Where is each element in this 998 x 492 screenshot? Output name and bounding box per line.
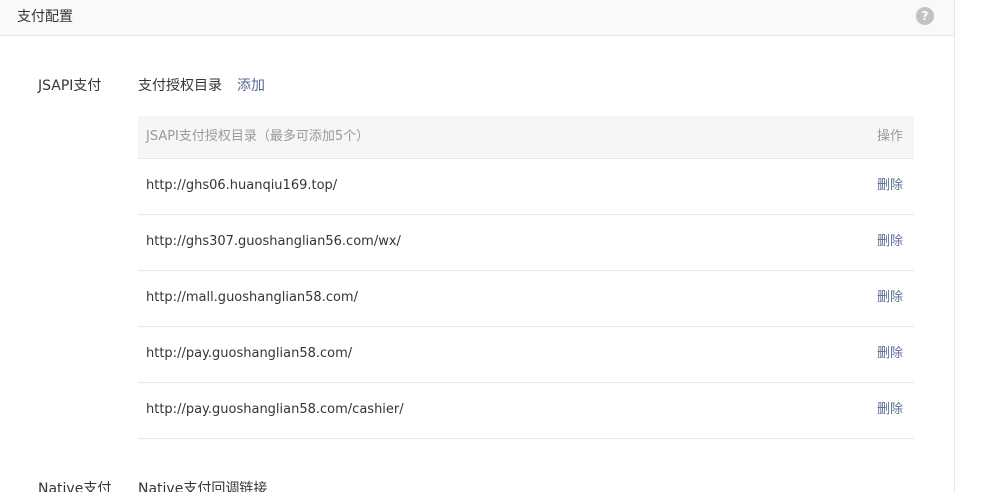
table-row: http://ghs307.guoshanglian56.com/wx/ 删除 — [138, 215, 914, 271]
delete-link[interactable]: 删除 — [877, 400, 903, 420]
header-operation: 操作 — [876, 129, 903, 144]
delete-link[interactable]: 删除 — [877, 288, 903, 308]
add-directory-link[interactable]: 添加 — [237, 76, 265, 96]
auth-directory-label: 支付授权目录 — [138, 78, 222, 94]
table-row: http://mall.guoshanglian58.com/ 删除 — [138, 271, 914, 327]
table-row: http://ghs06.huanqiu169.top/ 删除 — [138, 159, 914, 215]
jsapi-pay-label: JSAPI支付 — [38, 78, 102, 94]
auth-directory-table: JSAPI支付授权目录（最多可添加5个） 操作 http://ghs06.hua… — [138, 116, 914, 439]
header-directory: JSAPI支付授权目录（最多可添加5个） — [146, 129, 370, 144]
table-header: JSAPI支付授权目录（最多可添加5个） 操作 — [138, 116, 914, 159]
directory-url: http://pay.guoshanglian58.com/ — [146, 346, 353, 361]
question-circle-icon[interactable]: ? — [916, 7, 934, 25]
table-row: http://pay.guoshanglian58.com/cashier/ 删… — [138, 383, 914, 439]
table-row: http://pay.guoshanglian58.com/ 删除 — [138, 327, 914, 383]
native-pay-label: Native支付 — [38, 481, 112, 492]
delete-link[interactable]: 删除 — [877, 176, 903, 196]
panel-title: 支付配置 — [17, 9, 73, 25]
delete-link[interactable]: 删除 — [877, 344, 903, 364]
native-callback-label: Native支付回调链接 — [138, 481, 268, 492]
directory-url: http://mall.guoshanglian58.com/ — [146, 290, 358, 305]
payment-config-panel: 支付配置 ? JSAPI支付 支付授权目录 添加 JSAPI支付授权目录（最多可… — [0, 0, 955, 492]
panel-header: 支付配置 ? — [0, 0, 954, 36]
directory-url: http://ghs06.huanqiu169.top/ — [146, 178, 338, 193]
directory-url: http://ghs307.guoshanglian56.com/wx/ — [146, 234, 401, 249]
directory-url: http://pay.guoshanglian58.com/cashier/ — [146, 402, 404, 417]
delete-link[interactable]: 删除 — [877, 232, 903, 252]
